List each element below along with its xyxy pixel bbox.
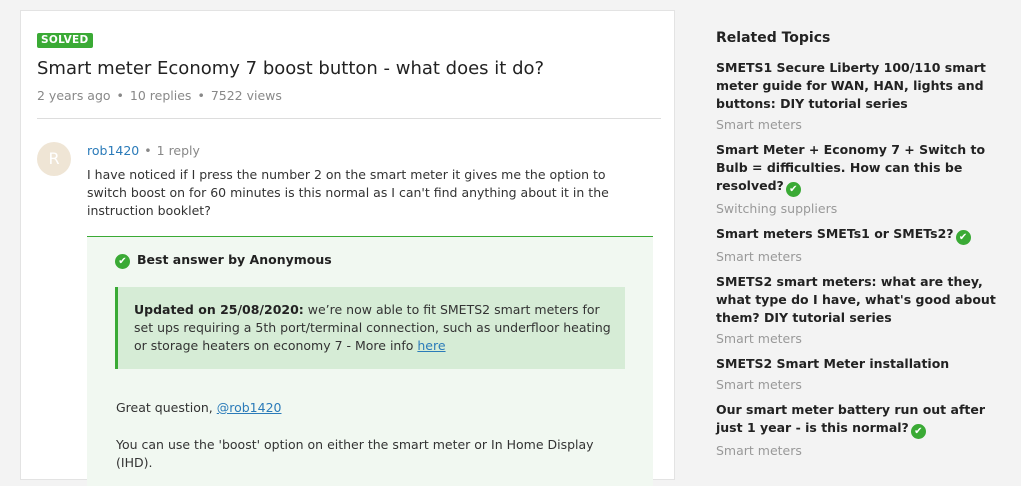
related-topic-title: Smart meters SMETs1 or SMETs2?: [716, 226, 954, 241]
post-body: I have noticed if I press the number 2 o…: [87, 167, 609, 218]
related-topic-title: SMETS2 Smart Meter installation: [716, 356, 950, 371]
answer-paragraph: Great question, @rob1420: [116, 400, 282, 415]
page-title: Smart meter Economy 7 boost button - wha…: [37, 58, 545, 79]
topic-meta: 2 years ago • 10 replies • 7522 views: [37, 88, 282, 103]
answer-paragraph-2: You can use the 'boost' option on either…: [116, 437, 594, 470]
related-topic-title: SMETS1 Secure Liberty 100/110 smart mete…: [716, 60, 986, 111]
best-answer-label: Best answer by Anonymous: [137, 252, 332, 267]
author-line: rob1420 • 1 reply: [87, 143, 200, 158]
author-reply-count: 1 reply: [156, 143, 200, 158]
related-topic-title: Smart Meter + Economy 7 + Switch to Bulb…: [716, 142, 986, 193]
related-topic-title: SMETS2 smart meters: what are they, what…: [716, 274, 996, 325]
avatar[interactable]: R: [37, 142, 71, 176]
separator-dot: •: [144, 143, 152, 158]
related-topic-item: SMETS2 smart meters: what are they, what…: [716, 273, 1006, 348]
related-topic-item: SMETS1 Secure Liberty 100/110 smart mete…: [716, 59, 1006, 134]
related-topic-category[interactable]: Smart meters: [716, 330, 1006, 348]
related-topic-link[interactable]: Our smart meter battery run out after ju…: [716, 401, 1006, 439]
related-topic-item: Our smart meter battery run out after ju…: [716, 401, 1006, 460]
related-topic-category[interactable]: Smart meters: [716, 376, 1006, 394]
related-topic-category[interactable]: Smart meters: [716, 442, 1006, 460]
check-circle-icon: ✔: [910, 424, 926, 439]
related-topics-panel: Related Topics SMETS1 Secure Liberty 100…: [716, 30, 1006, 467]
best-answer-box: ✔ Best answer by Anonymous Updated on 25…: [87, 236, 653, 486]
answer-greeting: Great question,: [116, 400, 217, 415]
related-topic-item: SMETS2 Smart Meter installation Smart met…: [716, 355, 1006, 394]
mention-link[interactable]: @rob1420: [217, 400, 282, 415]
related-topic-category[interactable]: Switching suppliers: [716, 200, 1006, 218]
divider: [37, 118, 661, 119]
check-circle-icon: ✔: [785, 182, 801, 197]
quote-bold: Updated on 25/08/2020:: [134, 302, 304, 317]
update-quote: Updated on 25/08/2020: we’re now able to…: [115, 287, 625, 369]
separator-dot: •: [197, 88, 205, 103]
related-topic-link[interactable]: SMETS1 Secure Liberty 100/110 smart mete…: [716, 59, 1006, 113]
more-info-link[interactable]: here: [417, 338, 445, 353]
view-count: 7522 views: [210, 88, 282, 103]
related-topic-link[interactable]: Smart Meter + Economy 7 + Switch to Bulb…: [716, 141, 1006, 197]
related-topic-category[interactable]: Smart meters: [716, 248, 1006, 266]
best-answer-heading: Best answer by Anonymous: [115, 252, 332, 267]
related-topics-title: Related Topics: [716, 30, 831, 46]
related-topic-link[interactable]: Smart meters SMETs1 or SMETs2? ✔: [716, 225, 1006, 245]
related-topics-list: SMETS1 Secure Liberty 100/110 smart mete…: [716, 59, 1006, 460]
separator-dot: •: [116, 88, 124, 103]
reply-count: 10 replies: [129, 88, 192, 103]
solved-badge: SOLVED: [37, 33, 93, 48]
topic-card: SOLVED Smart meter Economy 7 boost butto…: [20, 10, 675, 486]
related-topic-link[interactable]: SMETS2 Smart Meter installation: [716, 355, 1006, 373]
related-topic-title: Our smart meter battery run out after ju…: [716, 402, 986, 435]
related-topic-item: Smart meters SMETs1 or SMETs2? ✔ Smart met…: [716, 225, 1006, 266]
related-topic-category[interactable]: Smart meters: [716, 116, 1006, 134]
related-topic-item: Smart Meter + Economy 7 + Switch to Bulb…: [716, 141, 1006, 218]
post-age: 2 years ago: [37, 88, 111, 103]
author-link[interactable]: rob1420: [87, 143, 139, 158]
check-circle-icon: ✔: [955, 230, 971, 245]
related-topic-link[interactable]: SMETS2 smart meters: what are they, what…: [716, 273, 1006, 327]
